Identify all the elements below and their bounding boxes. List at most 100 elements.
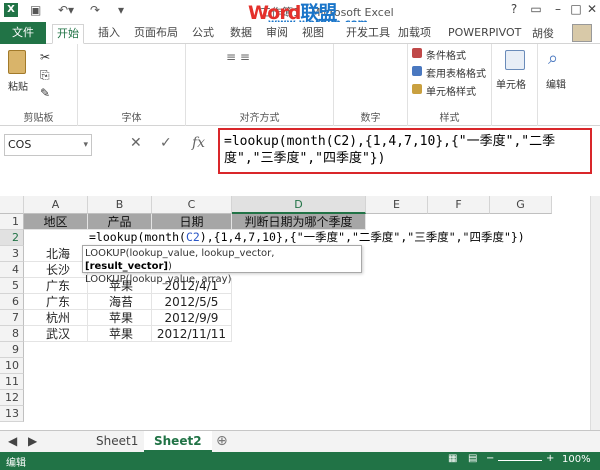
tab-powerpivot[interactable]: POWERPIVOT: [444, 24, 525, 44]
table-cell[interactable]: 2012/5/5: [152, 294, 232, 310]
paste-icon[interactable]: [8, 50, 26, 74]
align-icon[interactable]: ≡ ≡: [226, 50, 250, 64]
tooltip-signature[interactable]: LOOKUP(lookup_value, lookup_vector,: [85, 248, 274, 259]
header-cell-quarter[interactable]: 判断日期为哪个季度: [232, 214, 366, 230]
cancel-icon[interactable]: ✕: [130, 135, 142, 151]
row-header-11[interactable]: 11: [0, 374, 24, 390]
minimize-icon[interactable]: –: [548, 2, 568, 18]
paste-button[interactable]: 粘贴: [8, 78, 28, 93]
table-cell[interactable]: 武汉: [24, 326, 88, 342]
table-cell[interactable]: 苹果: [88, 310, 152, 326]
column-header-a[interactable]: A: [24, 196, 88, 214]
copy-icon[interactable]: ⎘: [40, 68, 50, 83]
vertical-scrollbar[interactable]: [590, 196, 600, 430]
row-header-4[interactable]: 4: [0, 262, 24, 278]
chevron-down-icon[interactable]: ▾: [83, 135, 88, 155]
enter-icon[interactable]: ✓: [160, 135, 172, 151]
cells-icon[interactable]: [505, 50, 525, 70]
sheet-tab-1[interactable]: Sheet1: [86, 431, 148, 452]
cell-edit-text[interactable]: =lookup(month(C2),{1,4,7,10},{"一季度","二季度…: [89, 229, 525, 245]
column-header-g[interactable]: G: [490, 196, 552, 214]
tab-review[interactable]: 审阅: [262, 24, 292, 44]
table-format-icon: [412, 66, 422, 76]
row-header-9[interactable]: 9: [0, 342, 24, 358]
cells-button[interactable]: 单元格: [496, 76, 526, 91]
table-cell[interactable]: 2012/9/9: [152, 310, 232, 326]
editing-group: ⌕ 编辑: [538, 44, 578, 126]
row-header-7[interactable]: 7: [0, 310, 24, 326]
tab-view[interactable]: 视图: [298, 24, 328, 44]
insert-function-icon[interactable]: fx: [192, 135, 205, 151]
table-format-button[interactable]: 套用表格格式: [426, 65, 486, 80]
table-cell[interactable]: 2012/11/11: [152, 326, 232, 342]
row-header-3[interactable]: 3: [0, 246, 24, 262]
zoom-slider[interactable]: [498, 460, 542, 461]
tab-page-layout[interactable]: 页面布局: [130, 24, 182, 44]
column-header-f[interactable]: F: [428, 196, 490, 214]
help-icon[interactable]: ?: [504, 2, 524, 18]
find-icon[interactable]: ⌕: [548, 48, 558, 69]
name-box[interactable]: COS ▾: [4, 134, 92, 156]
format-painter-icon[interactable]: ✎: [40, 86, 50, 100]
cut-icon[interactable]: ✂: [40, 50, 50, 64]
editing-button[interactable]: 编辑: [546, 76, 566, 91]
page-layout-icon[interactable]: ▤: [468, 453, 477, 464]
user-name[interactable]: 胡俊: [532, 25, 554, 41]
table-cell[interactable]: 长沙: [24, 262, 88, 278]
table-cell[interactable]: 海苔: [88, 294, 152, 310]
avatar[interactable]: [572, 24, 592, 42]
alignment-group-label: 对齐方式: [239, 113, 280, 124]
tooltip-current-arg: [result_vector]: [85, 261, 168, 272]
row-header-2[interactable]: 2: [0, 230, 24, 246]
row-header-1[interactable]: 1: [0, 214, 24, 230]
select-all-corner[interactable]: [0, 196, 24, 214]
table-cell[interactable]: 广东: [24, 278, 88, 294]
header-cell-region[interactable]: 地区: [24, 214, 88, 230]
name-box-value: COS: [8, 138, 32, 151]
tab-data[interactable]: 数据: [226, 24, 256, 44]
tab-home[interactable]: 开始: [52, 24, 84, 44]
table-cell[interactable]: 北海: [24, 246, 88, 262]
sheet-tab-2[interactable]: Sheet2: [144, 431, 212, 452]
tab-addins[interactable]: 加载项: [394, 24, 435, 44]
table-cell[interactable]: 广东: [24, 294, 88, 310]
tab-formulas[interactable]: 公式: [188, 24, 218, 44]
undo-icon[interactable]: ↶▾: [58, 3, 74, 17]
row-header-8[interactable]: 8: [0, 326, 24, 342]
column-header-e[interactable]: E: [366, 196, 428, 214]
table-cell[interactable]: 杭州: [24, 310, 88, 326]
row-header-6[interactable]: 6: [0, 294, 24, 310]
tab-file[interactable]: 文件: [0, 22, 46, 44]
conditional-format-button[interactable]: 条件格式: [426, 47, 466, 62]
tab-insert[interactable]: 插入: [94, 24, 124, 44]
styles-group: 条件格式 套用表格格式 单元格样式 样式: [408, 44, 492, 126]
tab-developer[interactable]: 开发工具: [342, 24, 394, 44]
scroll-right-icon[interactable]: ▶: [24, 431, 41, 452]
row-header-13[interactable]: 13: [0, 406, 24, 422]
number-group-label: 数字: [360, 113, 381, 124]
save-icon[interactable]: ▣: [30, 3, 41, 17]
row-header-10[interactable]: 10: [0, 358, 24, 374]
header-cell-product[interactable]: 产品: [88, 214, 152, 230]
formula-input[interactable]: =lookup(month(C2),{1,4,7,10},{"一季度","二季度…: [218, 128, 592, 174]
tooltip-line-2[interactable]: LOOKUP(lookup_value, array): [85, 273, 359, 286]
customize-quick-access-icon[interactable]: ▾: [118, 3, 124, 17]
row-header-12[interactable]: 12: [0, 390, 24, 406]
table-cell[interactable]: 苹果: [88, 326, 152, 342]
ribbon-display-icon[interactable]: ▭: [526, 2, 546, 18]
cell-style-button[interactable]: 单元格样式: [426, 83, 476, 98]
close-icon[interactable]: ✕: [582, 2, 600, 18]
new-sheet-icon[interactable]: ⊕: [206, 431, 238, 452]
scroll-left-icon[interactable]: ◀: [4, 431, 21, 452]
column-header-d[interactable]: D: [232, 196, 366, 214]
redo-icon[interactable]: ↷: [90, 3, 100, 17]
zoom-out-icon[interactable]: −: [486, 453, 494, 464]
column-header-b[interactable]: B: [88, 196, 152, 214]
zoom-level[interactable]: 100%: [562, 454, 591, 465]
normal-view-icon[interactable]: ▦: [448, 453, 457, 464]
zoom-in-icon[interactable]: +: [546, 453, 554, 464]
header-cell-date[interactable]: 日期: [152, 214, 232, 230]
font-group: 字体: [78, 44, 186, 126]
row-header-5[interactable]: 5: [0, 278, 24, 294]
column-header-c[interactable]: C: [152, 196, 232, 214]
